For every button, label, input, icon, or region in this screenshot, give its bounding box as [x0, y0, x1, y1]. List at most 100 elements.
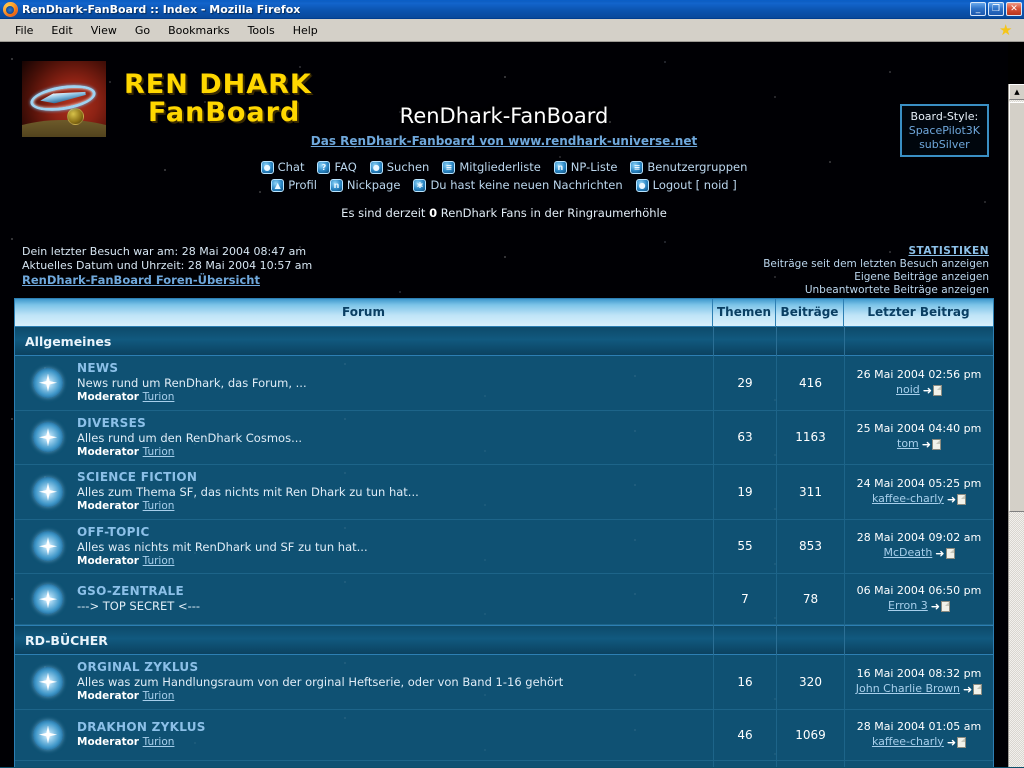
goto-last-post-icon[interactable]: ➜	[923, 385, 942, 396]
online-count: 0	[429, 206, 437, 220]
vertical-scrollbar[interactable]: ▲ ▼	[1008, 84, 1024, 767]
menu-tools[interactable]: Tools	[239, 22, 284, 39]
nav-item-chat[interactable]: ● Chat	[261, 160, 305, 174]
last-post-user[interactable]: tom	[897, 437, 919, 452]
moderator-link[interactable]: Turion	[143, 500, 175, 512]
moderator-link[interactable]: Turion	[143, 391, 175, 403]
last-post-user[interactable]: McDeath	[883, 546, 932, 561]
forum-name[interactable]: BITWAR ZYKLUS	[77, 766, 645, 767]
browser-menubar: File Edit View Go Bookmarks Tools Help ★	[0, 19, 1024, 42]
menu-file[interactable]: File	[6, 22, 42, 39]
last-post-user[interactable]: noid	[896, 383, 920, 398]
scrollbar-thumb[interactable]	[1009, 102, 1024, 512]
forum-topic-count: 29	[713, 356, 776, 410]
stats-link-own-posts[interactable]: Eigene Beiträge anzeigen	[763, 271, 989, 284]
forum-name[interactable]: DRAKHON ZYKLUS	[77, 720, 206, 735]
stats-link-new-posts[interactable]: Beiträge seit dem letzten Besuch anzeige…	[763, 258, 989, 271]
last-post-user[interactable]: kaffee-charly	[872, 735, 944, 750]
forum-folder-icon	[33, 368, 63, 398]
stats-link-unanswered[interactable]: Unbeantwortete Beiträge anzeigen	[763, 284, 989, 297]
nav-label-chat[interactable]: Chat	[278, 160, 305, 174]
table-row[interactable]: OFF-TOPIC Alles was nichts mit RenDhark …	[15, 520, 993, 575]
nav-label-suchen[interactable]: Suchen	[387, 160, 430, 174]
table-row[interactable]: BITWAR ZYKLUS Im AUGUST bricht Ren Dhark…	[15, 761, 993, 767]
nav-label-np-liste[interactable]: NP-Liste	[571, 160, 618, 174]
moderator-link[interactable]: Turion	[143, 690, 175, 702]
last-post-date: 24 Mai 2004 05:25 pm	[857, 477, 982, 492]
nav-label-logout[interactable]: Logout [ noid ]	[653, 178, 737, 192]
goto-last-post-icon[interactable]: ➜	[935, 548, 954, 559]
goto-last-post-icon[interactable]: ➜	[947, 494, 966, 505]
last-post-user[interactable]: John Charlie Brown	[856, 682, 960, 697]
last-post-user[interactable]: Erron 3	[888, 599, 928, 614]
forum-post-count: 311	[776, 465, 844, 519]
goto-last-post-icon[interactable]: ➜	[922, 439, 941, 450]
forum-last-post: 24 Mai 2004 05:25 pm kaffee-charly ➜	[844, 465, 993, 519]
nav-item-nachrichten[interactable]: ✱ Du hast keine neuen Nachrichten	[413, 178, 622, 192]
nav-label-profil[interactable]: Profil	[288, 178, 317, 192]
table-row[interactable]: ORGINAL ZYKLUS Alles was zum Handlungsra…	[15, 655, 993, 710]
nav-item-nickpage[interactable]: n Nickpage	[330, 178, 401, 192]
scroll-up-button[interactable]: ▲	[1009, 84, 1024, 100]
column-header-themen: Themen	[713, 299, 776, 326]
nav-label-nachrichten[interactable]: Du hast keine neuen Nachrichten	[430, 178, 622, 192]
forum-name[interactable]: DIVERSES	[77, 416, 302, 431]
table-row[interactable]: NEWS News rund um RenDhark, das Forum, .…	[15, 356, 993, 411]
forum-moderator: Moderator Turion	[77, 555, 368, 568]
goto-last-post-icon[interactable]: ➜	[963, 684, 982, 695]
column-header-beitraege: Beiträge	[776, 299, 844, 326]
forum-topic-count: 7	[713, 574, 776, 624]
nav-item-mitgliederliste[interactable]: ≡ Mitgliederliste	[442, 160, 540, 174]
menu-edit[interactable]: Edit	[42, 22, 81, 39]
moderator-label: Moderator	[77, 446, 139, 458]
nav-item-profil[interactable]: ▲ Profil	[271, 178, 317, 192]
nav-item-suchen[interactable]: ● Suchen	[370, 160, 430, 174]
table-row[interactable]: SCIENCE FICTION Alles zum Thema SF, das …	[15, 465, 993, 520]
menu-go[interactable]: Go	[126, 22, 159, 39]
moderator-label: Moderator	[77, 500, 139, 512]
bookmark-star-icon[interactable]: ★	[999, 23, 1014, 38]
arrow-right-icon: ➜	[963, 684, 972, 695]
nav-label-mitgliederliste[interactable]: Mitgliederliste	[459, 160, 540, 174]
last-post-date: 28 Mai 2004 09:02 am	[857, 531, 981, 546]
online-text-post: RenDhark Fans in der Ringraumerhöhle	[437, 206, 667, 220]
table-row[interactable]: GSO-ZENTRALE ---> TOP SECRET <--- 7 78 0…	[15, 574, 993, 625]
moderator-link[interactable]: Turion	[143, 555, 175, 567]
minimize-button[interactable]: _	[970, 2, 986, 16]
close-button[interactable]: ✕	[1006, 2, 1022, 16]
board-nav: ● Chat ? FAQ ● Suchen ≡ Mitgliederliste	[0, 160, 1008, 196]
document-icon	[941, 601, 950, 612]
nav-item-np-liste[interactable]: n NP-Liste	[554, 160, 618, 174]
forum-name[interactable]: NEWS	[77, 361, 307, 376]
menu-help[interactable]: Help	[284, 22, 327, 39]
moderator-link[interactable]: Turion	[143, 736, 175, 748]
nav-item-benutzergruppen[interactable]: ≡ Benutzergruppen	[630, 160, 747, 174]
forum-folder-icon	[33, 584, 63, 614]
column-header-letzter-beitrag: Letzter Beitrag	[844, 299, 993, 326]
restore-button[interactable]: ❐	[988, 2, 1004, 16]
menu-bookmarks[interactable]: Bookmarks	[159, 22, 238, 39]
forum-topic-count: 16	[713, 655, 776, 709]
forum-name[interactable]: SCIENCE FICTION	[77, 470, 419, 485]
table-row[interactable]: DIVERSES Alles rund um den RenDhark Cosm…	[15, 411, 993, 466]
breadcrumb[interactable]: RenDhark-FanBoard Foren-Übersicht	[22, 273, 260, 287]
goto-last-post-icon[interactable]: ➜	[947, 737, 966, 748]
forum-name[interactable]: ORGINAL ZYKLUS	[77, 660, 563, 675]
window-title: RenDhark-FanBoard :: Index - Mozilla Fir…	[22, 3, 300, 16]
nav-item-logout[interactable]: ● Logout [ noid ]	[636, 178, 737, 192]
nav-label-faq[interactable]: FAQ	[334, 160, 356, 174]
nav-label-nickpage[interactable]: Nickpage	[347, 178, 401, 192]
forum-name[interactable]: GSO-ZENTRALE	[77, 584, 200, 599]
table-row[interactable]: DRAKHON ZYKLUS Moderator Turion 46 1069 …	[15, 710, 993, 761]
menu-view[interactable]: View	[82, 22, 126, 39]
moderator-label: Moderator	[77, 736, 139, 748]
nav-item-faq[interactable]: ? FAQ	[317, 160, 356, 174]
forum-name[interactable]: OFF-TOPIC	[77, 525, 368, 540]
nav-label-benutzergruppen[interactable]: Benutzergruppen	[647, 160, 747, 174]
moderator-link[interactable]: Turion	[143, 446, 175, 458]
site-subtitle-link[interactable]: Das RenDhark-Fanboard von www.rendhark-u…	[311, 134, 697, 148]
board-style-box[interactable]: Board-Style: SpacePilot3K subSilver	[900, 104, 989, 157]
goto-last-post-icon[interactable]: ➜	[931, 601, 950, 612]
forum-folder-icon	[33, 422, 63, 452]
last-post-user[interactable]: kaffee-charly	[872, 492, 944, 507]
